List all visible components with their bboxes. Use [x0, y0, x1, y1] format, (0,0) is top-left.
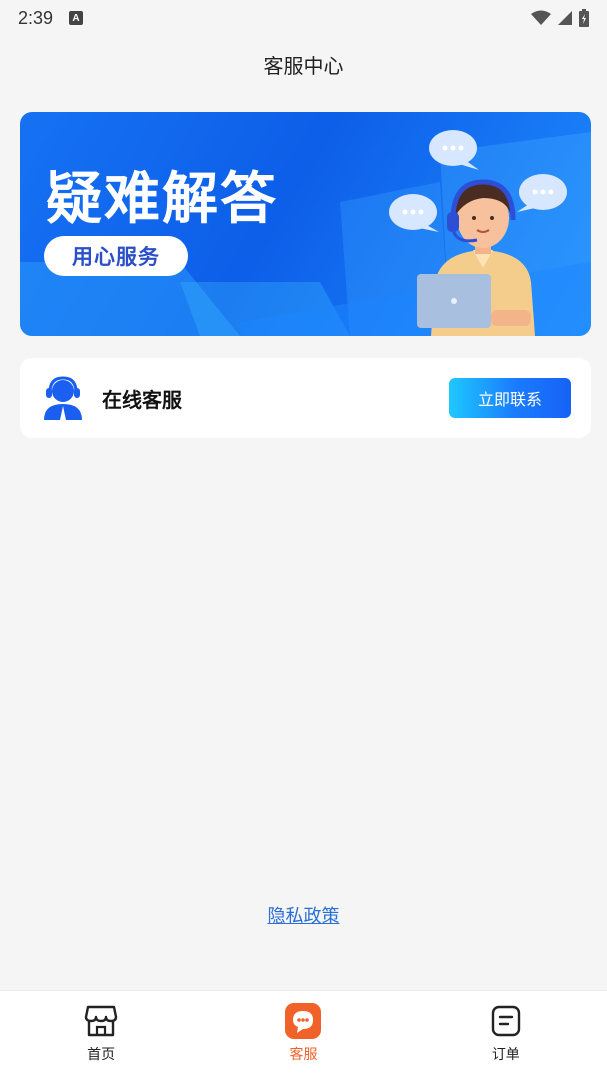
wifi-icon	[531, 10, 551, 25]
chat-bubble-icon	[429, 130, 479, 170]
status-icons	[531, 9, 589, 27]
status-bar: 2:39 A	[0, 0, 607, 36]
customer-service-agent-icon	[44, 376, 82, 420]
nav-label-home: 首页	[87, 1047, 116, 1063]
privacy-policy-link[interactable]: 隐私政策	[0, 902, 607, 928]
faq-banner[interactable]: 疑难解答 用心服务	[20, 112, 591, 336]
support-agent-illustration	[389, 130, 567, 336]
order-list-icon	[488, 1003, 524, 1039]
battery-icon	[579, 9, 589, 27]
nav-label-service: 客服	[289, 1047, 318, 1063]
chat-bubble-icon	[517, 174, 567, 212]
status-time: 2:39	[18, 7, 54, 28]
bottom-nav: 首页 客服 订单	[0, 990, 607, 1080]
online-service-label: 在线客服	[102, 387, 182, 412]
nav-item-home[interactable]: 首页	[0, 991, 202, 1080]
chat-bubble-icon	[389, 194, 439, 232]
nav-item-orders[interactable]: 订单	[405, 991, 607, 1080]
page-title: 客服中心	[263, 53, 344, 78]
nav-label-orders: 订单	[491, 1047, 520, 1063]
customer-service-screen: 2:39 A 客服中心 疑难解答 用心服务 在线客服 立即联系 隐私政策 首页 …	[0, 0, 607, 1080]
cell-signal-icon	[558, 11, 572, 25]
chat-bubble-icon	[285, 1003, 322, 1039]
banner-title: 疑难解答	[46, 167, 278, 232]
notification-badge-icon: A	[69, 11, 84, 25]
contact-now-button[interactable]: 立即联系	[449, 378, 571, 418]
online-service-card: 在线客服 立即联系	[20, 358, 591, 438]
nav-item-service[interactable]: 客服	[202, 991, 404, 1080]
banner-subtitle-pill: 用心服务	[44, 236, 188, 276]
shop-icon	[83, 1003, 119, 1039]
